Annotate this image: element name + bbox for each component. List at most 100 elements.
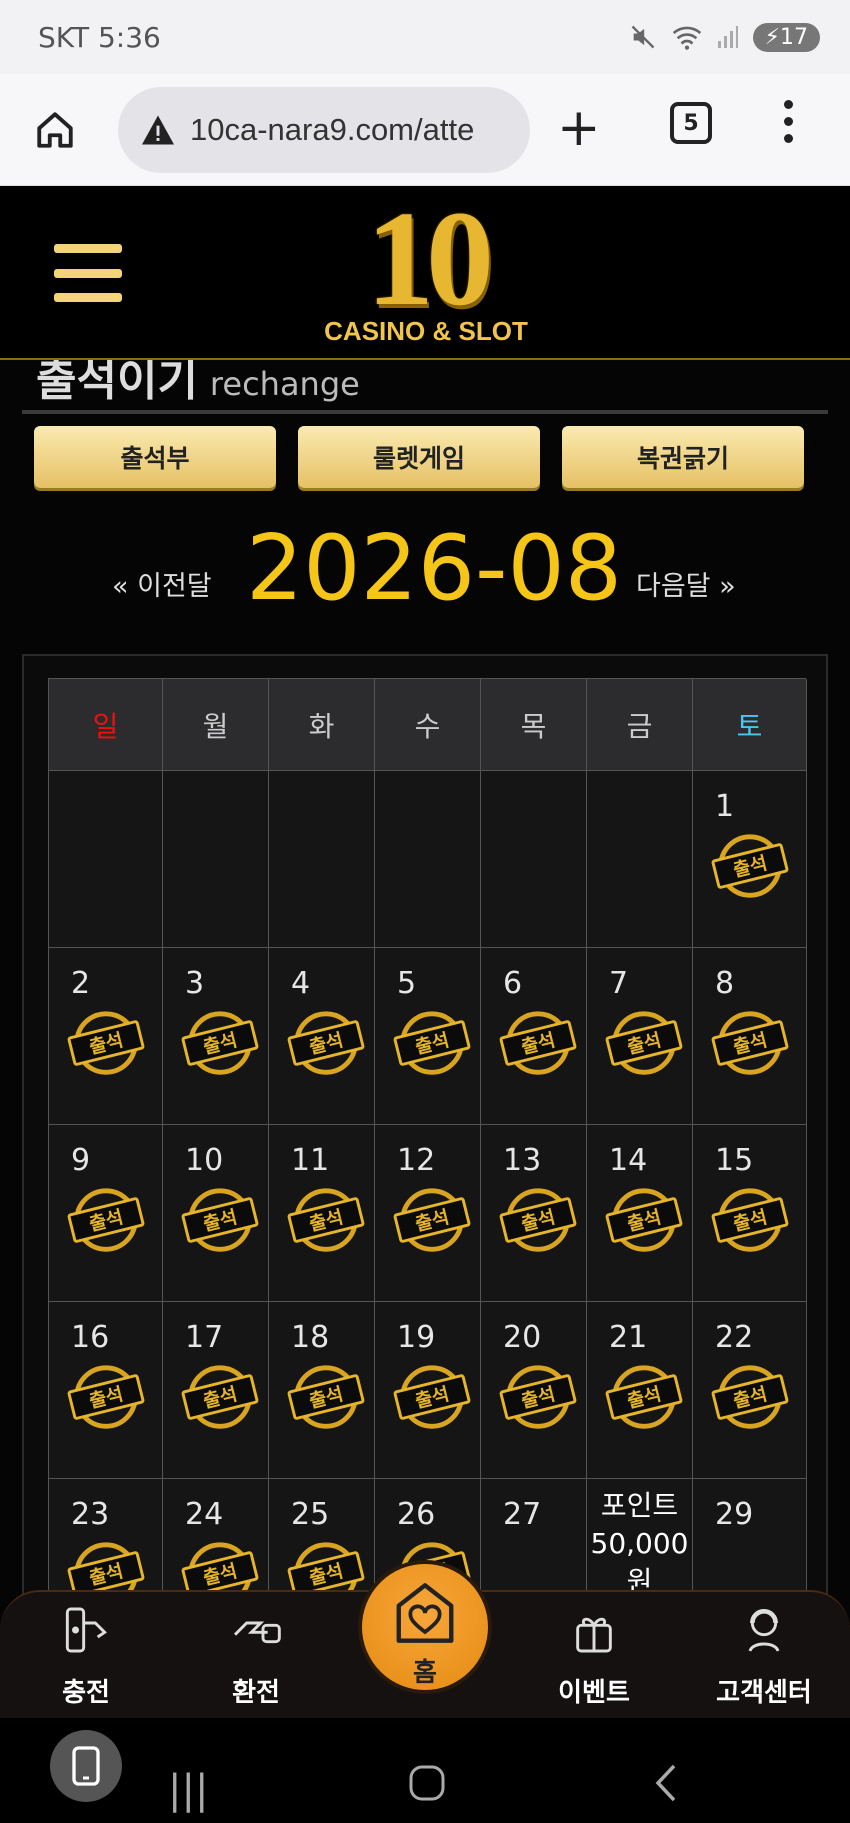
day-number: 12 (397, 1143, 436, 1178)
calendar-day[interactable]: 21 출석 (587, 1302, 693, 1479)
calendar-day[interactable]: 7 출석 (587, 948, 693, 1125)
calendar-day[interactable]: 15 출석 (693, 1125, 807, 1302)
nav-exchange[interactable]: 환전 (186, 1592, 326, 1709)
weekday-thu: 목 (481, 679, 587, 771)
calendar-day[interactable]: 12 출석 (375, 1125, 481, 1302)
day-number: 27 (503, 1497, 542, 1532)
section-title-ko: 출석이기 (36, 355, 198, 406)
calendar-day[interactable]: 17 출석 (163, 1302, 269, 1479)
calendar-day[interactable]: 11 출석 (269, 1125, 375, 1302)
calendar-day[interactable]: 1 출석 (693, 771, 807, 948)
gift-icon (576, 1617, 612, 1653)
system-home-icon[interactable] (408, 1764, 446, 1802)
calendar-day[interactable]: 6 출석 (481, 948, 587, 1125)
tab-attendance[interactable]: 출석부 (34, 426, 276, 488)
tab-roulette[interactable]: 룰렛게임 (298, 426, 540, 488)
calendar-empty-cell (375, 771, 481, 948)
attendance-stamp-icon: 출석 (393, 1365, 471, 1429)
home-heart-icon (396, 1583, 454, 1643)
day-number: 4 (291, 966, 311, 1001)
day-number: 26 (397, 1497, 436, 1532)
signal-icon (717, 26, 738, 48)
nav-home[interactable]: 홈 (358, 1560, 492, 1694)
attendance-stamp-icon: 출석 (499, 1188, 577, 1252)
nav-support[interactable]: 고객센터 (694, 1592, 834, 1709)
day-number: 3 (185, 966, 205, 1001)
point-note-line1: 포인트 (600, 1489, 679, 1522)
day-number: 8 (715, 966, 735, 1001)
feature-tabs: 출석부 룰렛게임 복권긁기 (34, 426, 804, 488)
attendance-stamp-icon: 출석 (287, 1188, 365, 1252)
calendar-day[interactable]: 10 출석 (163, 1125, 269, 1302)
attendance-stamp-icon: 출석 (181, 1011, 259, 1075)
attendance-calendar: 일 월 화 수 목 금 토 1 출석 2 출석 3 출석 4 출석 5 출석 6 출석 7 출석 8 출석 9 출석 10 출석 11… (22, 654, 828, 1717)
calendar-day[interactable]: 5 출석 (375, 948, 481, 1125)
calendar-grid: 일 월 화 수 목 금 토 1 출석 2 출석 3 출석 4 출석 5 출석 6 출석 7 출석 8 출석 9 출석 10 출석 11… (48, 678, 807, 1656)
next-month-link[interactable]: 다음달 » (636, 564, 736, 603)
calendar-day[interactable]: 16 출석 (49, 1302, 163, 1479)
weekday-mon: 월 (163, 679, 269, 771)
attendance-stamp-icon: 출석 (711, 1365, 789, 1429)
calendar-day[interactable]: 9 출석 (49, 1125, 163, 1302)
attendance-stamp-icon: 출석 (499, 1011, 577, 1075)
tab-lottery[interactable]: 복권긁기 (562, 426, 804, 488)
nav-home-label: 홈 (413, 1658, 437, 1688)
nav-charge[interactable]: 충전 (16, 1592, 156, 1709)
day-number: 25 (291, 1497, 330, 1532)
carrier-time: SKT 5:36 (38, 20, 161, 54)
current-month: 2026-08 (246, 516, 623, 621)
day-number: 16 (71, 1320, 110, 1355)
day-number: 15 (715, 1143, 754, 1178)
attendance-stamp-icon: 출석 (711, 834, 789, 898)
new-tab-plus-icon[interactable]: + (557, 100, 601, 156)
status-bar: SKT 5:36 ⚡17 (0, 0, 850, 74)
web-page: 10 CASINO & SLOT 출석이기 rechange 출석부 룰렛게임 복… (0, 186, 850, 1717)
calendar-day[interactable]: 20 출석 (481, 1302, 587, 1479)
day-number: 6 (503, 966, 523, 1001)
section-title-en: rechange (209, 365, 360, 403)
month-navigator: « 이전달 2026-08 다음달 » (0, 516, 850, 621)
calendar-empty-cell (587, 771, 693, 948)
point-reward-note: 포인트 50,000 원 (587, 1487, 692, 1601)
calendar-day[interactable]: 14 출석 (587, 1125, 693, 1302)
calendar-day[interactable]: 19 출석 (375, 1302, 481, 1479)
attendance-stamp-icon: 출석 (711, 1188, 789, 1252)
attendance-stamp-icon: 출석 (287, 1365, 365, 1429)
browser-toolbar: 10ca-nara9.com/atte + 5 (0, 74, 850, 186)
nav-event-label: 이벤트 (558, 1678, 630, 1708)
mute-icon (631, 25, 654, 49)
back-icon[interactable] (652, 1762, 678, 1804)
calendar-day[interactable]: 22 출석 (693, 1302, 807, 1479)
calendar-day[interactable]: 2 출석 (49, 948, 163, 1125)
address-bar[interactable]: 10ca-nara9.com/atte (118, 86, 530, 173)
weekday-fri: 금 (587, 679, 693, 771)
attendance-stamp-icon: 출석 (67, 1011, 145, 1075)
day-number: 5 (397, 966, 417, 1001)
attendance-stamp-icon: 출석 (605, 1011, 683, 1075)
warning-icon (142, 114, 174, 145)
day-number: 10 (185, 1143, 224, 1178)
calendar-day[interactable]: 4 출석 (269, 948, 375, 1125)
nav-event[interactable]: 이벤트 (524, 1592, 664, 1709)
tab-switcher-button[interactable]: 5 (670, 102, 712, 144)
battery-level: 17 (780, 24, 808, 50)
attendance-stamp-icon: 출석 (711, 1011, 789, 1075)
prev-month-link[interactable]: « 이전달 (112, 564, 212, 603)
day-number: 11 (291, 1143, 330, 1178)
day-number: 19 (397, 1320, 436, 1355)
attendance-stamp-icon: 출석 (181, 1365, 259, 1429)
phone-icon[interactable] (50, 1730, 122, 1802)
attendance-stamp-icon: 출석 (67, 1365, 145, 1429)
attendance-stamp-icon: 출석 (605, 1188, 683, 1252)
home-icon[interactable] (32, 107, 78, 153)
site-header: 10 CASINO & SLOT (0, 186, 850, 360)
calendar-day[interactable]: 3 출석 (163, 948, 269, 1125)
more-menu-icon[interactable] (784, 100, 793, 143)
calendar-day[interactable]: 8 출석 (693, 948, 807, 1125)
hamburger-menu-icon[interactable] (54, 244, 122, 302)
url-text: 10ca-nara9.com/atte (190, 111, 475, 147)
calendar-day[interactable]: 18 출석 (269, 1302, 375, 1479)
site-logo[interactable]: 10 CASINO & SLOT (312, 191, 540, 354)
calendar-day[interactable]: 13 출석 (481, 1125, 587, 1302)
recent-apps-icon[interactable]: ||| (168, 1770, 208, 1810)
